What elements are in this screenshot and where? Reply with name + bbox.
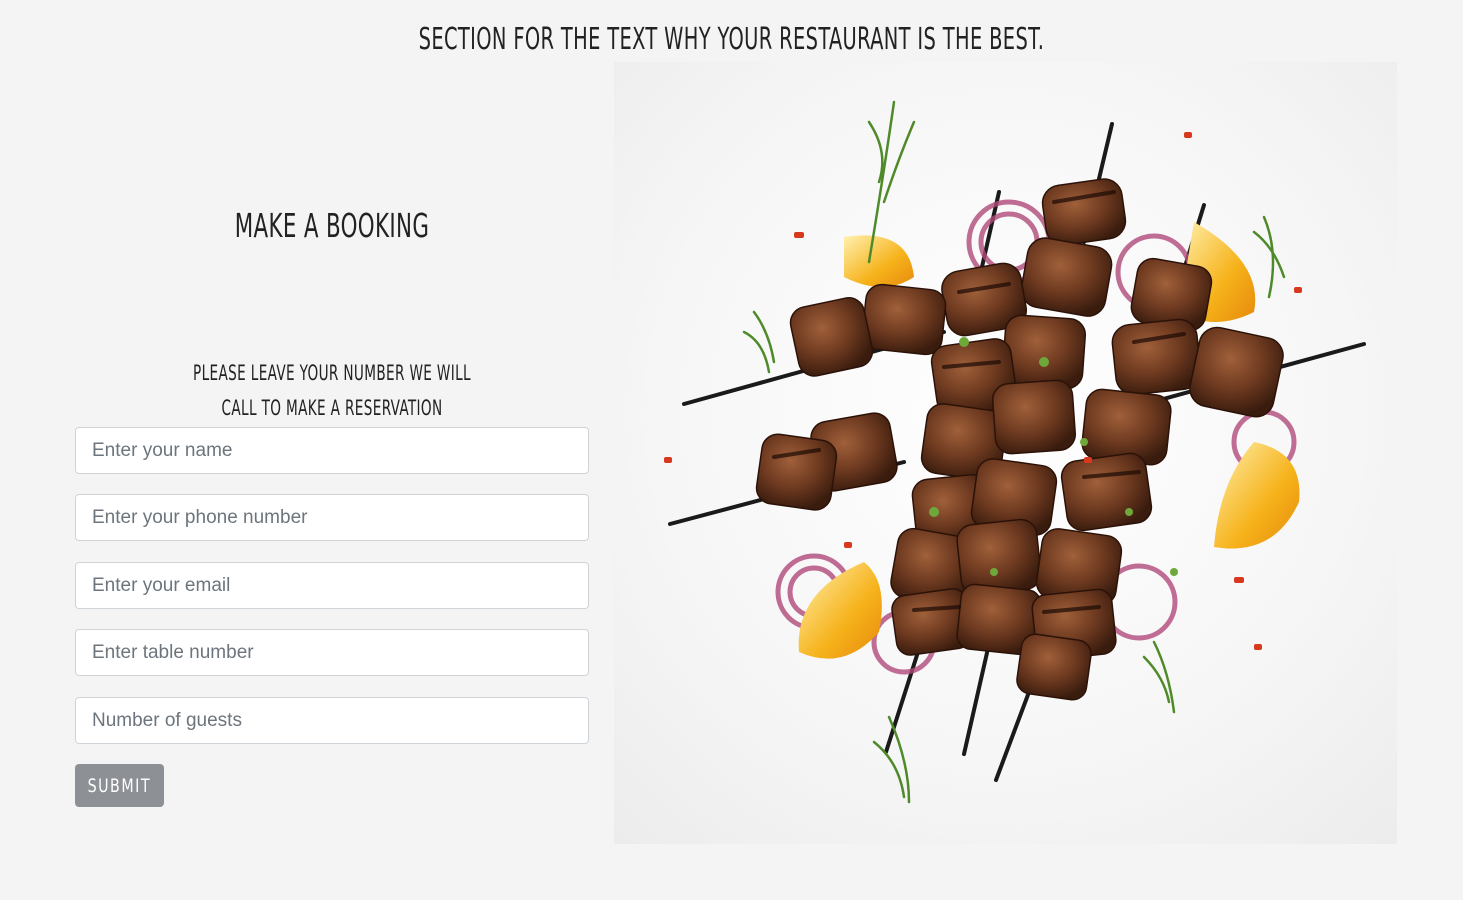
table-number-input[interactable] [75, 629, 589, 676]
booking-subtitle-line-2: CALL TO MAKE A RESERVATION [221, 396, 443, 420]
email-input[interactable] [75, 562, 589, 609]
kebab-skewers-image [614, 62, 1397, 844]
submit-button[interactable]: SUBMIT [75, 764, 164, 807]
name-input[interactable] [75, 427, 589, 474]
submit-button-label: SUBMIT [87, 774, 152, 797]
guests-input[interactable] [75, 697, 589, 744]
booking-subtitle: PLEASE LEAVE YOUR NUMBER WE WILL CALL TO… [75, 356, 589, 426]
booking-subtitle-line-1: PLEASE LEAVE YOUR NUMBER WE WILL [193, 361, 471, 385]
phone-input[interactable] [75, 494, 589, 541]
kebab-illustration [664, 100, 1366, 804]
section-title: SECTION FOR THE TEXT WHY YOUR RESTAURANT… [418, 22, 1045, 57]
booking-title: MAKE A BOOKING [234, 206, 430, 245]
